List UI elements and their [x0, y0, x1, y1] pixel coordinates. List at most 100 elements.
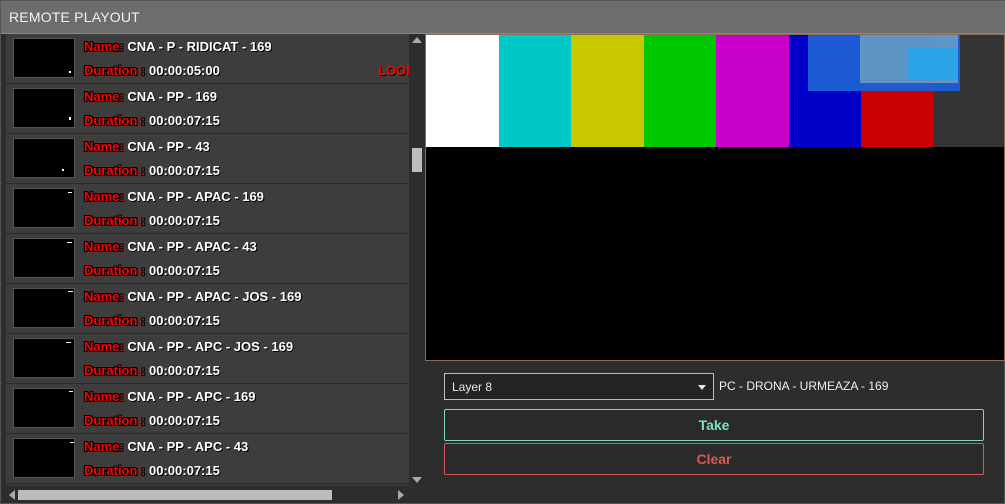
- item-name: CNA - PP - APAC - 43: [127, 239, 257, 254]
- layer-select[interactable]: Layer 8: [444, 373, 714, 400]
- playlist-vertical-scrollbar[interactable]: [409, 34, 425, 486]
- horizontal-scroll-thumb[interactable]: [18, 490, 332, 500]
- thumbnail-mark: [69, 71, 71, 73]
- scroll-up-arrow-icon[interactable]: [412, 37, 422, 43]
- item-name-line: Name: CNA - P - RIDICAT - 169: [84, 39, 272, 54]
- clip-thumbnail: [13, 238, 75, 278]
- clear-button[interactable]: Clear: [444, 443, 984, 475]
- window-title: REMOTE PLAYOUT: [9, 9, 140, 25]
- duration-label: Duration :: [84, 113, 146, 128]
- playlist-item[interactable]: Name: CNA - PP - APAC - JOS - 169 Duratio…: [6, 284, 409, 334]
- vertical-scroll-thumb[interactable]: [412, 148, 422, 172]
- playlist-item[interactable]: Name: CNA - PP - APC - 43 Duration : 00:0…: [6, 434, 409, 484]
- name-label: Name:: [84, 289, 124, 304]
- item-duration: 00:00:05:00: [149, 63, 220, 78]
- item-name-line: Name: CNA - PP - APAC - JOS - 169: [84, 289, 301, 304]
- duration-label: Duration :: [84, 263, 146, 278]
- item-name: CNA - P - RIDICAT - 169: [127, 39, 272, 54]
- item-duration-line: Duration : 00:00:07:15: [84, 463, 220, 478]
- item-duration-line: Duration : 00:00:07:15: [84, 313, 220, 328]
- duration-label: Duration :: [84, 313, 146, 328]
- scroll-right-arrow-icon[interactable]: [398, 490, 404, 500]
- chevron-down-icon[interactable]: [698, 385, 706, 390]
- item-duration-line: Duration : 00:00:07:15: [84, 113, 220, 128]
- clip-thumbnail: [13, 288, 75, 328]
- take-button[interactable]: Take: [444, 409, 984, 441]
- playlist-item[interactable]: Name: CNA - PP - 169 Duration : 00:00:07:…: [6, 84, 409, 134]
- item-duration-line: Duration : 00:00:07:15: [84, 263, 220, 278]
- color-bar: [498, 35, 572, 147]
- thumbnail-mark: [62, 169, 64, 171]
- current-item-label: PC - DRONA - URMEAZA - 169: [719, 379, 889, 393]
- item-name-line: Name: CNA - PP - APC - 169: [84, 389, 255, 404]
- item-name: CNA - PP - APC - 169: [127, 389, 256, 404]
- color-bar: [571, 35, 644, 147]
- playlist-item[interactable]: Name: CNA - PP - 43 Duration : 00:00:07:1…: [6, 134, 409, 184]
- color-bar: [426, 35, 499, 147]
- playlist-item[interactable]: Name: CNA - PP - APC - JOS - 169 Duration…: [6, 334, 409, 384]
- name-label: Name:: [84, 139, 124, 154]
- duration-label: Duration :: [84, 163, 146, 178]
- item-name-line: Name: CNA - PP - 43: [84, 139, 210, 154]
- item-duration-line: Duration : 00:00:07:15: [84, 363, 220, 378]
- clip-thumbnail: [13, 338, 75, 378]
- name-label: Name:: [84, 439, 124, 454]
- item-name: CNA - PP - 169: [127, 89, 217, 104]
- clip-thumbnail: [13, 438, 75, 478]
- item-name: CNA - PP - APC - JOS - 169: [127, 339, 294, 354]
- playlist-item[interactable]: Name: CNA - PP - APAC - 43 Duration : 00:…: [6, 234, 409, 284]
- clip-thumbnail: [13, 188, 75, 228]
- duration-label: Duration :: [84, 363, 146, 378]
- playlist-item[interactable]: Name: CNA - PP - APAC - 169 Duration : 00…: [6, 184, 409, 234]
- item-name-line: Name: CNA - PP - APC - JOS - 169: [84, 339, 293, 354]
- name-label: Name:: [84, 189, 124, 204]
- name-label: Name:: [84, 339, 124, 354]
- color-bar: [716, 35, 789, 147]
- item-duration: 00:00:07:15: [149, 213, 220, 228]
- item-name: CNA - PP - APAC - 169: [127, 189, 264, 204]
- playlist-panel[interactable]: Name: CNA - P - RIDICAT - 169 Duration : …: [6, 34, 409, 486]
- item-name-line: Name: CNA - PP - APC - 43: [84, 439, 248, 454]
- playlist-item[interactable]: Name: CNA - P - RIDICAT - 169 Duration : …: [6, 34, 409, 84]
- clip-thumbnail: [13, 138, 75, 178]
- duration-label: Duration :: [84, 463, 146, 478]
- item-name-line: Name: CNA - PP - APAC - 43: [84, 239, 257, 254]
- duration-label: Duration :: [84, 63, 146, 78]
- item-duration-line: Duration : 00:00:05:00: [84, 63, 220, 78]
- duration-label: Duration :: [84, 213, 146, 228]
- item-duration-line: Duration : 00:00:07:15: [84, 163, 220, 178]
- name-label: Name:: [84, 389, 124, 404]
- scroll-down-arrow-icon[interactable]: [412, 477, 422, 483]
- playlist-horizontal-scrollbar[interactable]: [6, 487, 409, 503]
- thumbnail-mark: [67, 242, 72, 243]
- playlist-item[interactable]: Name: CNA - PP - APC - 169 Duration : 00:…: [6, 384, 409, 434]
- thumbnail-mark: [68, 291, 73, 292]
- thumbnail-mark: [66, 342, 71, 343]
- item-name: CNA - PP - 43: [127, 139, 210, 154]
- title-bar: REMOTE PLAYOUT: [1, 1, 1005, 34]
- thumbnail-mark: [69, 391, 73, 392]
- overlay-graphic-tertiary: [908, 47, 958, 79]
- item-duration: 00:00:07:15: [149, 463, 220, 478]
- item-duration: 00:00:07:15: [149, 363, 220, 378]
- thumbnail-mark: [70, 442, 74, 443]
- remote-playout-window: REMOTE PLAYOUT Name: CNA - P - RIDICAT -…: [0, 0, 1005, 504]
- item-name: CNA - PP - APC - 43: [127, 439, 249, 454]
- item-duration: 00:00:07:15: [149, 163, 220, 178]
- item-name-line: Name: CNA - PP - 169: [84, 89, 217, 104]
- item-duration: 00:00:07:15: [149, 413, 220, 428]
- item-duration-line: Duration : 00:00:07:15: [84, 213, 220, 228]
- item-duration: 00:00:07:15: [149, 263, 220, 278]
- item-name: CNA - PP - APAC - JOS - 169: [127, 289, 302, 304]
- item-duration: 00:00:07:15: [149, 313, 220, 328]
- name-label: Name:: [84, 39, 124, 54]
- clip-thumbnail: [13, 88, 75, 128]
- scroll-left-arrow-icon[interactable]: [9, 490, 15, 500]
- name-label: Name:: [84, 239, 124, 254]
- thumbnail-mark: [68, 192, 72, 193]
- thumbnail-mark: [69, 117, 71, 120]
- item-duration-line: Duration : 00:00:07:15: [84, 413, 220, 428]
- duration-label: Duration :: [84, 413, 146, 428]
- preview-monitor: [425, 34, 1005, 361]
- item-name-line: Name: CNA - PP - APAC - 169: [84, 189, 264, 204]
